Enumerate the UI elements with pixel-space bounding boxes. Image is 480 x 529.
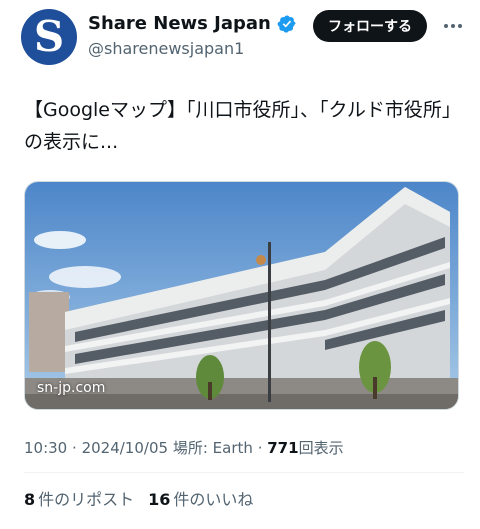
follow-button[interactable]: フォローする [313, 10, 427, 42]
tweet-header: S Share News Japan @sharenewsjapan1 フォロー… [0, 0, 480, 80]
tweet-image[interactable]: sn-jp.com [24, 181, 459, 410]
divider [24, 472, 464, 473]
location: Earth [212, 439, 253, 457]
tweet-time[interactable]: 10:30 [24, 439, 67, 457]
likes-stat[interactable]: 16 件のいいね [148, 486, 253, 510]
image-watermark: sn-jp.com [37, 380, 106, 396]
views-label: 回表示 [298, 439, 344, 457]
more-options-icon[interactable] [440, 14, 466, 38]
likes-count: 16 [148, 490, 171, 509]
avatar-letter: S [33, 12, 65, 61]
verified-badge-icon [277, 14, 296, 33]
display-name[interactable]: Share News Japan [88, 13, 271, 34]
reposts-count: 8 [24, 490, 36, 509]
name-row: Share News Japan [88, 13, 297, 34]
tweet-date[interactable]: 2024/10/05 [82, 439, 168, 457]
location-prefix: 場所: [172, 439, 208, 457]
reposts-label: 件のリポスト [38, 490, 135, 509]
view-count: 771 [267, 439, 299, 457]
meta-separator: · [72, 439, 77, 457]
building-photo [25, 182, 458, 409]
likes-label: 件のいいね [173, 490, 254, 509]
tweet-meta: 10:30 · 2024/10/05 場所: Earth · 771回表示 [24, 437, 344, 458]
account-handle[interactable]: @sharenewsjapan1 [88, 39, 244, 58]
avatar[interactable]: S [21, 9, 77, 65]
tweet-text: 【Googleマップ】「川口市役所」、「クルド市役所」の表示に... [24, 99, 461, 153]
engagement-stats: 8 件のリポスト 16 件のいいね [24, 486, 253, 510]
reposts-stat[interactable]: 8 件のリポスト [24, 486, 134, 510]
meta-separator-2: · [257, 439, 263, 457]
